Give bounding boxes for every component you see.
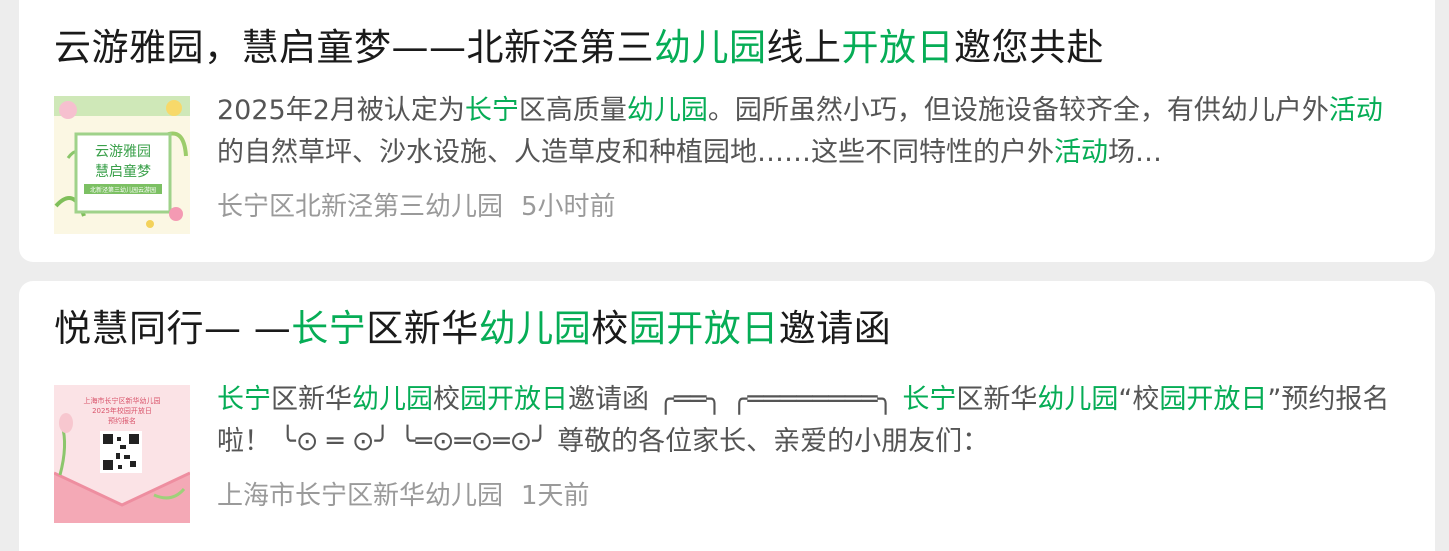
keyword-highlight: 长宁	[217, 384, 271, 415]
keyword-highlight: 幼儿园	[626, 95, 708, 126]
keyword-highlight: 幼儿园	[478, 307, 592, 350]
thumbnail-text-line2: 2025年校园开放日	[92, 406, 152, 415]
text-run: 的自然草坪、沙水设施、人造草皮和种植园地……这些不同特性的户外	[217, 137, 1054, 168]
text-run: 校	[591, 307, 629, 350]
article-meta: 上海市长宁区新华幼儿园 1天前	[217, 478, 590, 514]
keyword-highlight: 开放日	[841, 26, 954, 69]
text-run: 区新华	[366, 307, 479, 350]
article-meta: 长宁区北新泾第三幼儿园 5小时前	[217, 189, 616, 225]
search-result-card-2[interactable]: 悦慧同行— —长宁区新华幼儿园校园开放日邀请函 上海市长宁区新华幼儿园 2025…	[19, 281, 1435, 551]
text-run: 邀请函	[778, 307, 892, 350]
text-run: 区新华	[956, 384, 1038, 415]
text-run: 。园所虽然小巧，但设施设备较齐全，有供幼儿户外	[707, 95, 1329, 126]
text-run: 线上	[766, 26, 842, 69]
article-title[interactable]: 云游雅园，慧启童梦——北新泾第三幼儿园线上开放日邀您共赴	[54, 22, 1104, 74]
article-summary: 2025年2月被认定为长宁区高质量幼儿园。园所虽然小巧，但设施设备较齐全，有供幼…	[217, 90, 1397, 174]
thumbnail-image: 云游雅园 慧启童梦 北新泾第三幼儿园云游园	[54, 96, 190, 234]
search-result-card-1[interactable]: 云游雅园，慧启童梦——北新泾第三幼儿园线上开放日邀您共赴 云游雅园 慧启童梦 北…	[19, 0, 1435, 262]
text-run: 悦慧同行— —	[54, 307, 292, 350]
article-summary: 长宁区新华幼儿园校园开放日邀请函 ╭══╮ ╭════════╮ 长宁区新华幼儿…	[217, 379, 1397, 463]
thumbnail-text-line1: 云游雅园	[95, 144, 151, 160]
keyword-highlight: 园开放日	[460, 384, 568, 415]
keyword-highlight: 长宁	[291, 307, 367, 350]
keyword-highlight: 幼儿园	[352, 384, 433, 415]
article-thumbnail[interactable]: 云游雅园 慧启童梦 北新泾第三幼儿园云游园	[54, 96, 190, 234]
text-run: 场…	[1108, 137, 1162, 168]
keyword-highlight: 园开放日	[1159, 384, 1268, 415]
text-run: 区新华	[271, 384, 352, 415]
article-source[interactable]: 长宁区北新泾第三幼儿园	[217, 192, 503, 222]
text-run: 邀请函 ╭══╮ ╭════════╮	[568, 384, 903, 415]
text-run: 邀您共赴	[954, 26, 1104, 69]
article-time: 5小时前	[521, 192, 616, 222]
text-run: “校	[1118, 384, 1160, 415]
keyword-highlight: 活动	[1054, 137, 1108, 168]
keyword-highlight: 园开放日	[628, 307, 779, 350]
article-time: 1天前	[521, 481, 590, 511]
keyword-highlight: 幼儿园	[654, 26, 767, 69]
thumbnail-text-line3: 预约报名	[108, 416, 136, 425]
article-source[interactable]: 上海市长宁区新华幼儿园	[217, 481, 503, 511]
text-run: 区高质量	[518, 95, 627, 126]
keyword-highlight: 长宁	[902, 384, 957, 415]
thumbnail-image: 上海市长宁区新华幼儿园 2025年校园开放日 预约报名	[54, 385, 190, 523]
keyword-highlight: 活动	[1328, 95, 1383, 126]
thumbnail-caption: 北新泾第三幼儿园云游园	[90, 186, 156, 194]
thumbnail-text-line2: 慧启童梦	[95, 163, 151, 180]
text-run: 校	[433, 384, 460, 415]
text-run: 云游雅园，慧启童梦——北新泾第三	[54, 26, 654, 69]
keyword-highlight: 长宁	[464, 95, 519, 126]
keyword-highlight: 幼儿园	[1037, 384, 1119, 415]
text-run: 2025年2月被认定为	[217, 95, 465, 126]
article-title[interactable]: 悦慧同行— —长宁区新华幼儿园校园开放日邀请函	[54, 303, 891, 355]
thumbnail-text-line1: 上海市长宁区新华幼儿园	[84, 396, 161, 405]
article-thumbnail[interactable]: 上海市长宁区新华幼儿园 2025年校园开放日 预约报名	[54, 385, 190, 523]
